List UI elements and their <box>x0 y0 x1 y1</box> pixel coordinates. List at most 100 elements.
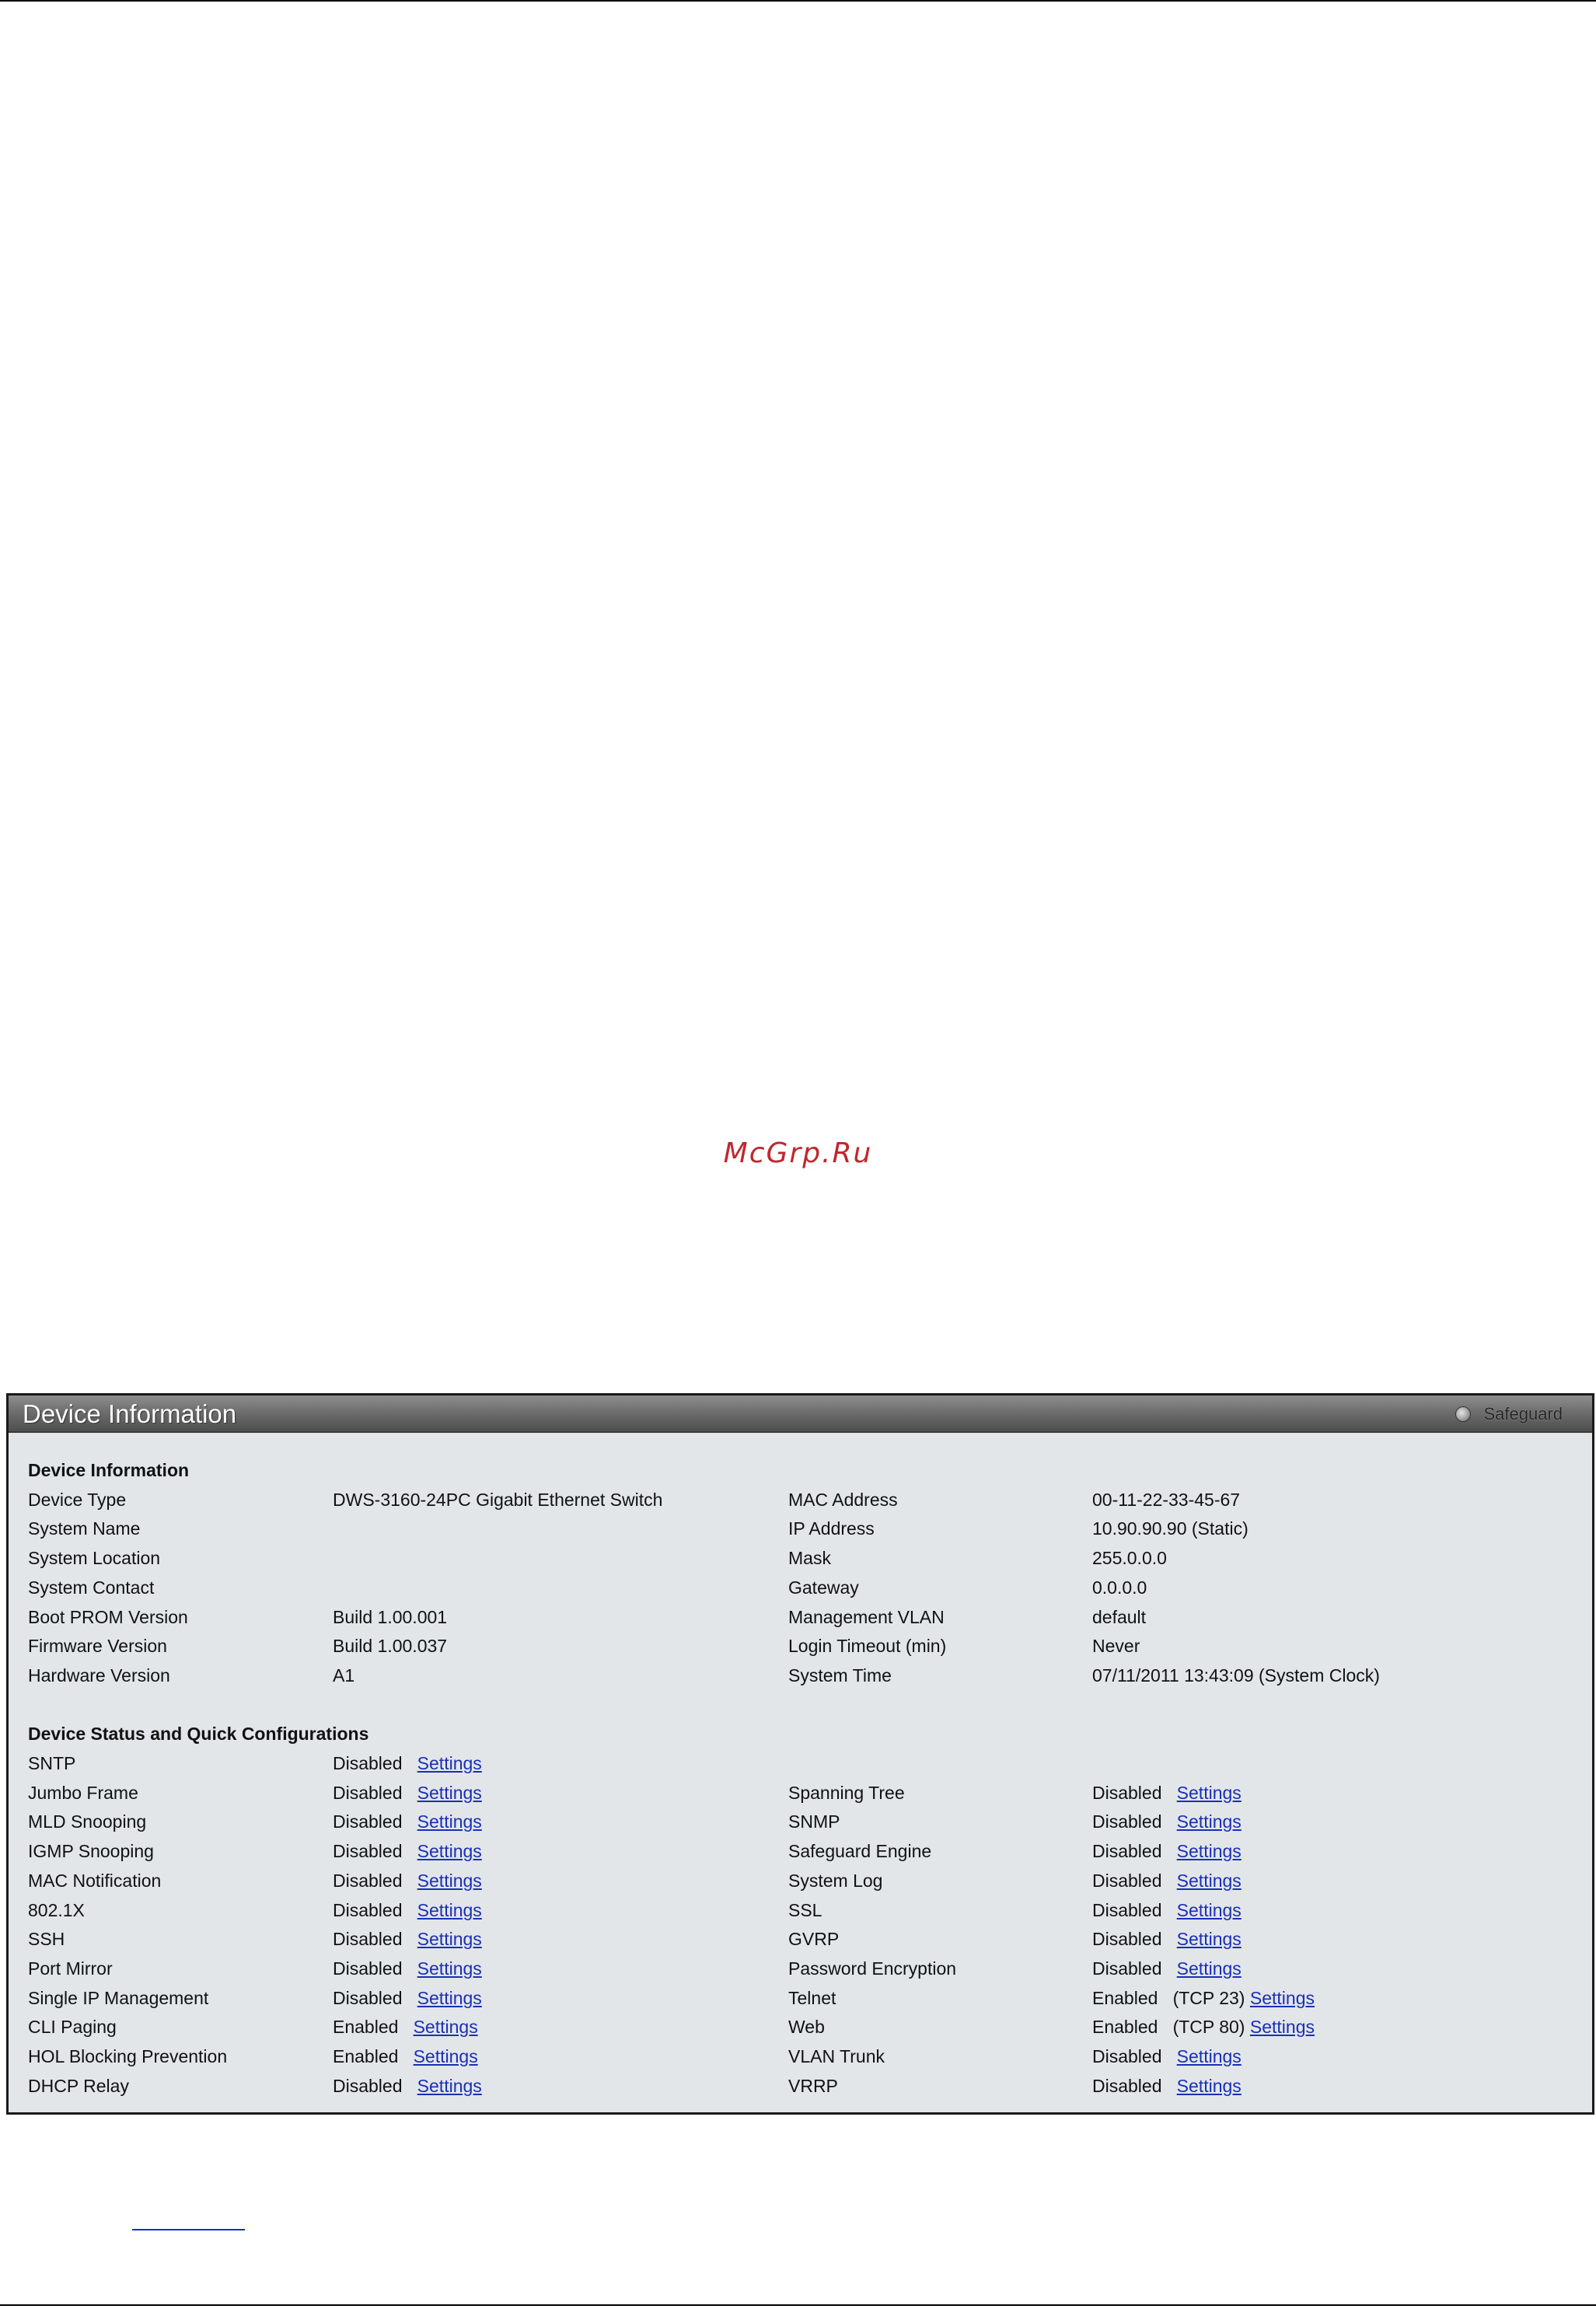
info-label: Management VLAN <box>788 1607 945 1627</box>
status-label: Safeguard Engine <box>788 1841 932 1861</box>
status-value: Disabled <box>1092 1783 1162 1803</box>
settings-link[interactable]: Settings <box>1177 1958 1242 1979</box>
settings-link[interactable]: Settings <box>1177 1841 1242 1861</box>
info-label: System Location <box>28 1548 161 1568</box>
panel-title-bar: Device Information Safeguard <box>9 1396 1592 1433</box>
status-label: CLI Paging <box>28 2017 117 2037</box>
info-value: 255.0.0.0 <box>1092 1548 1167 1568</box>
status-value: Disabled <box>1092 1958 1162 1979</box>
settings-link[interactable]: Settings <box>417 1811 482 1832</box>
status-value-group: Disabled Settings <box>333 1782 482 1804</box>
status-value: Disabled <box>1092 2076 1162 2096</box>
info-value: A1 <box>333 1665 355 1685</box>
status-label: HOL Blocking Prevention <box>28 2046 228 2066</box>
status-value-group: Enabled (TCP 80) Settings <box>1092 2016 1315 2038</box>
settings-link[interactable]: Settings <box>1177 1783 1242 1803</box>
settings-link[interactable]: Settings <box>1177 2046 1242 2066</box>
status-value: Disabled <box>333 1871 403 1891</box>
info-label: Login Timeout (min) <box>788 1636 947 1656</box>
status-label: Single IP Management <box>28 1988 209 2008</box>
status-label: SNMP <box>788 1811 840 1832</box>
info-label: IP Address <box>788 1518 875 1539</box>
settings-link[interactable]: Settings <box>1177 1871 1242 1891</box>
status-value: Enabled <box>1092 1988 1158 2008</box>
settings-link[interactable]: Settings <box>417 1900 482 1920</box>
info-label: System Time <box>788 1665 892 1685</box>
status-label: 802.1X <box>28 1900 85 1920</box>
settings-link[interactable]: Settings <box>1177 2076 1242 2096</box>
status-value: Disabled <box>333 1811 403 1832</box>
status-label: Jumbo Frame <box>28 1783 138 1803</box>
status-value-group: Disabled Settings <box>333 1840 482 1862</box>
settings-link[interactable]: Settings <box>414 2017 478 2037</box>
status-value: Enabled <box>333 2046 399 2066</box>
info-label: Firmware Version <box>28 1636 167 1656</box>
settings-link[interactable]: Settings <box>1177 1929 1242 1949</box>
status-value-group: Disabled Settings <box>1092 1870 1242 1892</box>
status-port: (TCP 80) <box>1172 2017 1245 2037</box>
status-value: Disabled <box>333 1783 403 1803</box>
info-value: 00-11-22-33-45-67 <box>1092 1490 1241 1510</box>
settings-link[interactable]: Settings <box>417 1753 482 1773</box>
settings-link[interactable]: Settings <box>1177 1811 1242 1832</box>
status-value-group: Disabled Settings <box>1092 1811 1242 1832</box>
footer-link-underline[interactable] <box>132 2229 245 2230</box>
settings-link[interactable]: Settings <box>417 1871 482 1891</box>
info-label: System Contact <box>28 1577 155 1598</box>
status-label: SSL <box>788 1900 822 1920</box>
status-value-group: Disabled Settings <box>333 1928 482 1950</box>
status-value-group: Disabled Settings <box>333 1870 482 1892</box>
device-information-panel: Device Information Safeguard Device Info… <box>6 1393 1594 2115</box>
status-value: Disabled <box>333 1958 403 1979</box>
status-value: Disabled <box>1092 2046 1162 2066</box>
status-value-group: Disabled Settings <box>333 2075 482 2097</box>
status-value-group: Disabled Settings <box>1092 1958 1242 1979</box>
status-label: GVRP <box>788 1929 840 1949</box>
page-bottom-rule <box>0 2304 1596 2306</box>
status-label: VLAN Trunk <box>788 2046 885 2066</box>
settings-link[interactable]: Settings <box>1250 1988 1315 2008</box>
settings-link[interactable]: Settings <box>417 1783 482 1803</box>
device-info-heading: Device Information <box>28 1460 190 1480</box>
status-value-group: Disabled Settings <box>333 1752 482 1774</box>
settings-link[interactable]: Settings <box>414 2046 478 2066</box>
settings-link[interactable]: Settings <box>417 2076 482 2096</box>
settings-link[interactable]: Settings <box>1177 1900 1242 1920</box>
status-value-group: Disabled Settings <box>1092 1782 1242 1804</box>
status-heading: Device Status and Quick Configurations <box>28 1724 369 1744</box>
status-label: VRRP <box>788 2076 838 2096</box>
info-label: Hardware Version <box>28 1665 170 1685</box>
status-value: Disabled <box>333 1900 403 1920</box>
status-value-group: Disabled Settings <box>1092 2075 1242 2097</box>
status-value: Enabled <box>333 2017 399 2037</box>
settings-link[interactable]: Settings <box>417 1841 482 1861</box>
status-value: Disabled <box>1092 1871 1162 1891</box>
settings-link[interactable]: Settings <box>417 1929 482 1949</box>
settings-link[interactable]: Settings <box>417 1988 482 2008</box>
status-label: Password Encryption <box>788 1958 957 1979</box>
info-value: 0.0.0.0 <box>1092 1577 1147 1598</box>
status-value-group: Disabled Settings <box>1092 2045 1242 2067</box>
status-label: System Log <box>788 1871 883 1891</box>
settings-link[interactable]: Settings <box>1250 2017 1315 2037</box>
settings-link[interactable]: Settings <box>417 1958 482 1979</box>
status-label: Port Mirror <box>28 1958 113 1979</box>
info-label: Device Type <box>28 1490 127 1510</box>
status-label: MAC Notification <box>28 1871 162 1891</box>
